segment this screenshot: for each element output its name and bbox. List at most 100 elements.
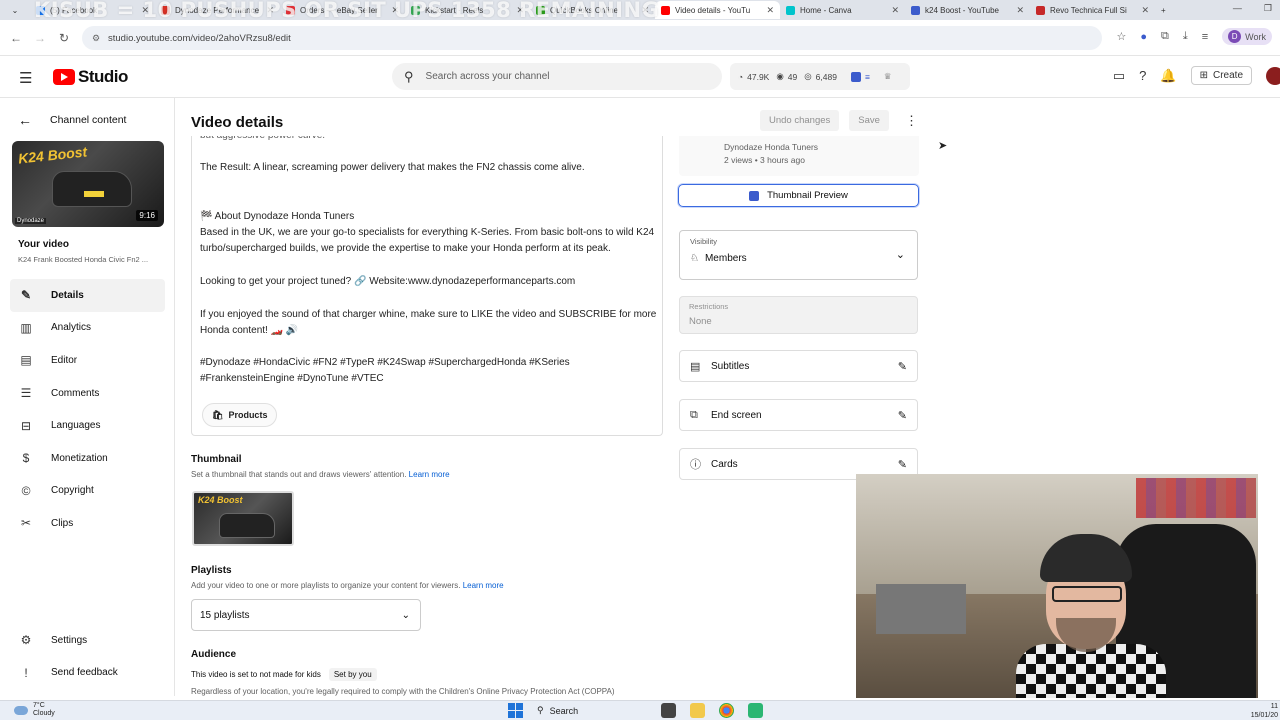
profile-button[interactable]: D Work: [1222, 28, 1272, 45]
forward-arrow-icon[interactable]: →: [28, 31, 52, 45]
audience-section-title: Audience: [191, 649, 237, 660]
taskbar-search[interactable]: ⚲ Search: [537, 705, 647, 716]
extension-badge-icon: [850, 71, 861, 82]
minimize-button[interactable]: —: [1233, 3, 1242, 14]
file-explorer-icon[interactable]: [690, 703, 705, 718]
reload-icon[interactable]: ↻: [52, 31, 76, 45]
chrome-icon[interactable]: [719, 703, 734, 718]
end-screen-row[interactable]: ⧉ End screen ✎: [679, 399, 918, 431]
help-icon[interactable]: ?: [1139, 68, 1146, 83]
sidebar-item-label: Editor: [51, 354, 78, 366]
copyright-icon: ©: [21, 483, 31, 498]
close-icon[interactable]: ✕: [891, 5, 899, 16]
more-options-icon[interactable]: ⋮: [905, 113, 918, 129]
bookmark-star-icon[interactable]: ☆: [1116, 30, 1126, 43]
menu-icon[interactable]: ☰: [19, 69, 32, 87]
profile-label: Work: [1245, 31, 1266, 42]
task-view-icon[interactable]: [661, 703, 676, 718]
create-icon: ⊞: [1199, 70, 1208, 81]
download-icon[interactable]: ⤓: [1183, 30, 1188, 43]
close-icon[interactable]: ✕: [516, 5, 524, 16]
playlists-learn-more-link[interactable]: Learn more: [463, 581, 504, 590]
edit-pencil-icon[interactable]: ✎: [898, 360, 907, 373]
new-tab-button[interactable]: +: [1155, 1, 1183, 19]
stat-subs: 6,489: [815, 71, 837, 82]
subtitles-row[interactable]: ▤ Subtitles ✎: [679, 350, 918, 382]
studio-sidebar: ← Channel content K24 Boost Dynodaze 9:1…: [0, 98, 175, 696]
sidebar-item-copyright[interactable]: © Copyright: [10, 475, 165, 508]
close-icon[interactable]: ✕: [766, 5, 774, 16]
browser-tab[interactable]: Home - Canva ✕: [780, 1, 905, 19]
playlists-select[interactable]: 15 playlists ⌄: [191, 599, 421, 631]
extensions-puzzle-icon[interactable]: ⧉: [1161, 30, 1169, 43]
sidebar-item-analytics[interactable]: ▥ Analytics: [10, 312, 165, 345]
close-icon[interactable]: ✕: [641, 5, 649, 16]
media-icon[interactable]: ≡: [1202, 31, 1208, 43]
sidebar-item-monetization[interactable]: $ Monetization: [10, 442, 165, 475]
sidebar-item-languages[interactable]: ⊟ Languages: [10, 409, 165, 442]
comment-icon[interactable]: ▭: [1113, 68, 1125, 84]
thumbnail-small-title: K24 Boost: [198, 495, 243, 505]
desc-line-about: 🏁 About Dynodaze Honda Tuners: [200, 211, 355, 222]
close-icon[interactable]: ✕: [1141, 5, 1149, 16]
site-info-icon[interactable]: ⚙: [92, 33, 100, 44]
url-text: studio.youtube.com/video/2ahoVRzsu8/edit: [108, 32, 291, 44]
windows-start-icon[interactable]: [508, 703, 523, 718]
thumbnail-learn-more-link[interactable]: Learn more: [409, 470, 450, 479]
weather-widget[interactable]: 7°C Cloudy: [14, 702, 55, 718]
sidebar-item-settings[interactable]: ⚙ Settings: [10, 624, 165, 657]
mouse-cursor-icon: ➤: [938, 140, 948, 152]
url-field[interactable]: ⚙ studio.youtube.com/video/2ahoVRzsu8/ed…: [82, 26, 1102, 50]
eye-icon: ◉: [776, 71, 784, 81]
channel-content-back-link[interactable]: ← Channel content: [18, 112, 126, 128]
bell-icon[interactable]: 🔔: [1160, 68, 1176, 84]
undo-changes-button[interactable]: Undo changes: [760, 110, 840, 131]
close-icon[interactable]: ✕: [391, 5, 399, 16]
sidebar-item-comments[interactable]: ☰ Comments: [10, 377, 165, 410]
browser-tab[interactable]: (5) Facebook ✕: [30, 1, 155, 19]
channel-stats-widget[interactable]: ◔ 47.9K ◉ 49 ◎ 6,489 ≡ ♕: [730, 63, 910, 90]
set-by-badge: Set by you: [328, 668, 377, 681]
description-textarea[interactable]: but aggressive power curve. The Result: …: [191, 136, 663, 436]
browser-tab[interactable]: Kickstart · Reels ✕: [405, 1, 530, 19]
browser-tab[interactable]: Dynodaze Performance ✕: [155, 1, 280, 19]
extension-icon[interactable]: ●: [1140, 31, 1147, 43]
browser-tab[interactable]: Orders — eBay Seller ✕: [280, 1, 405, 19]
taskbar-clock[interactable]: 11 15/01/20: [1251, 702, 1278, 720]
stat-likes: 49: [787, 71, 798, 82]
app-icon[interactable]: [748, 703, 763, 718]
studio-logo[interactable]: Studio: [53, 67, 128, 87]
browser-tab[interactable]: Revo Technica Full Si ✕: [1030, 1, 1155, 19]
channel-search-input[interactable]: ⚲ Search across your channel: [392, 63, 722, 90]
sidebar-item-clips[interactable]: ✂ Clips: [10, 507, 165, 540]
taskbar-apps: ⚲ Search: [508, 703, 763, 718]
thumbnail-preview-button[interactable]: Thumbnail Preview: [678, 184, 919, 207]
edit-pencil-icon[interactable]: ✎: [898, 409, 907, 422]
save-button[interactable]: Save: [849, 110, 889, 131]
close-icon[interactable]: ✕: [141, 5, 149, 16]
close-icon[interactable]: ✕: [1016, 5, 1024, 16]
edit-pencil-icon[interactable]: ✎: [898, 458, 907, 471]
tab-list-button[interactable]: ⌄: [0, 1, 30, 19]
browser-tab[interactable]: Video details - YouTu ✕: [655, 1, 780, 19]
sidebar-item-label: Send feedback: [51, 667, 118, 679]
visibility-select[interactable]: Visibility ♘ Members ⌄: [679, 230, 918, 280]
close-icon[interactable]: ✕: [266, 5, 274, 16]
browser-tab[interactable]: k24 Boost - YouTube ✕: [905, 1, 1030, 19]
sidebar-item-editor[interactable]: ▤ Editor: [10, 344, 165, 377]
sidebar-item-send-feedback[interactable]: ! Send feedback: [10, 657, 165, 690]
avatar[interactable]: [1266, 66, 1280, 85]
sidebar-item-label: Analytics: [51, 322, 92, 334]
browser-tab[interactable]: QuickBooks Online ✕: [530, 1, 655, 19]
maximize-button[interactable]: ❐: [1264, 3, 1272, 14]
desc-line-curve: but aggressive power curve.: [200, 136, 658, 144]
create-button[interactable]: ⊞ Create: [1190, 66, 1252, 85]
video-thumbnail[interactable]: K24 Boost Dynodaze 9:16: [12, 141, 164, 227]
products-button[interactable]: 🛍 Products: [202, 403, 278, 428]
tab-favicon-icon: [786, 5, 795, 15]
playlists-sub-text: Add your video to one or more playlists …: [191, 581, 461, 590]
selected-thumbnail[interactable]: K24 Boost: [192, 491, 294, 546]
sidebar-item-details[interactable]: ✎ Details: [10, 279, 165, 312]
back-arrow-icon[interactable]: ←: [4, 31, 28, 45]
search-icon: ⚲: [404, 68, 414, 84]
